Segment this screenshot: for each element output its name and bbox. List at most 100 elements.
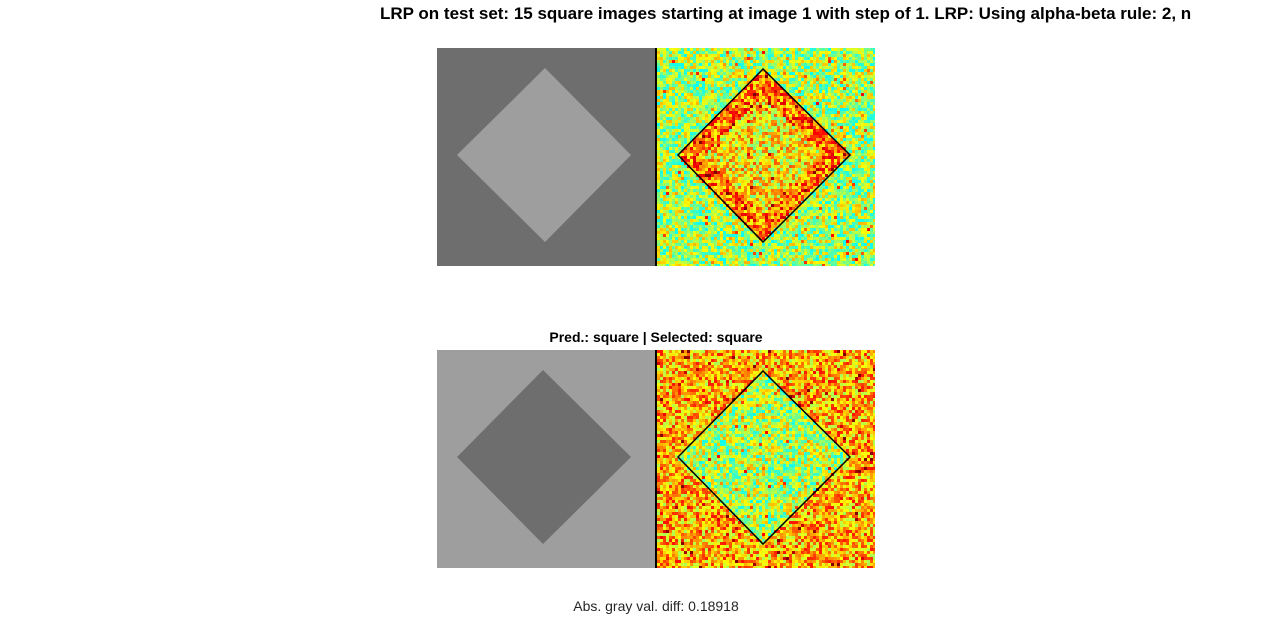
heatmap-cell (753, 87, 756, 90)
heatmap-cell (774, 210, 777, 213)
heatmap-cell (681, 210, 684, 213)
heatmap-cell (804, 51, 807, 54)
heatmap-cell (777, 162, 780, 165)
heatmap-cell (678, 243, 681, 246)
heatmap-cell (699, 192, 702, 195)
heatmap-cell (750, 141, 753, 144)
heatmap-cell (717, 87, 720, 90)
heatmap-cell (744, 114, 747, 117)
heatmap-cell (687, 108, 690, 111)
heatmap-cell (726, 87, 729, 90)
heatmap-cell (696, 51, 699, 54)
heatmap-cell (726, 183, 729, 186)
heatmap-cell (792, 195, 795, 198)
heatmap-cell (870, 144, 873, 147)
heatmap-cell (804, 84, 807, 87)
heatmap-cell (852, 204, 855, 207)
heatmap-cell (669, 225, 672, 228)
heatmap-cell (789, 195, 792, 198)
heatmap-cell (717, 93, 720, 96)
heatmap-cell (747, 219, 750, 222)
heatmap-cell (822, 81, 825, 84)
heatmap-cell (846, 126, 849, 129)
heatmap-cell (663, 216, 666, 219)
heatmap-cell (744, 153, 747, 156)
heatmap-cell (699, 252, 702, 255)
heatmap-cell (828, 225, 831, 228)
heatmap-cell (774, 246, 777, 249)
heatmap-cell (786, 135, 789, 138)
heatmap-cell (858, 132, 861, 135)
heatmap-cell (816, 219, 819, 222)
heatmap-cell (687, 66, 690, 69)
heatmap-cell (747, 216, 750, 219)
heatmap-cell (777, 63, 780, 66)
heatmap-cell (699, 75, 702, 78)
heatmap-cell (657, 198, 660, 201)
heatmap-cell (822, 207, 825, 210)
heatmap-cell (657, 186, 660, 189)
heatmap-cell (729, 75, 732, 78)
heatmap-cell (798, 138, 801, 141)
heatmap-cell (765, 87, 768, 90)
heatmap-cell (726, 69, 729, 72)
heatmap-cell (711, 159, 714, 162)
heatmap-cell (861, 87, 864, 90)
heatmap-cell (711, 84, 714, 87)
heatmap-cell (861, 222, 864, 225)
heatmap-cell (846, 138, 849, 141)
heatmap-cell (816, 153, 819, 156)
heatmap-cell (765, 186, 768, 189)
heatmap-cell (726, 150, 729, 153)
heatmap-cell (834, 243, 837, 246)
heatmap-cell (867, 201, 870, 204)
heatmap-cell (729, 81, 732, 84)
heatmap-cell (684, 153, 687, 156)
heatmap-cell (870, 108, 873, 111)
heatmap-cell (711, 102, 714, 105)
heatmap-cell (756, 90, 759, 93)
heatmap-cell (855, 192, 858, 195)
heatmap-cell (669, 210, 672, 213)
heatmap-cell (804, 177, 807, 180)
heatmap-cell (705, 207, 708, 210)
heatmap-cell (774, 240, 777, 243)
heatmap-cell (708, 228, 711, 231)
heatmap-cell (663, 168, 666, 171)
heatmap-cell (852, 213, 855, 216)
heatmap-cell (810, 93, 813, 96)
heatmap-cell (678, 102, 681, 105)
heatmap-cell (675, 114, 678, 117)
heatmap-cell (765, 204, 768, 207)
heatmap-cell (789, 117, 792, 120)
heatmap-cell (759, 87, 762, 90)
heatmap-cell (687, 174, 690, 177)
heatmap-cell (681, 75, 684, 78)
heatmap-cell (825, 195, 828, 198)
heatmap-cell (660, 138, 663, 141)
heatmap-cell (843, 183, 846, 186)
heatmap-cell (867, 207, 870, 210)
heatmap-cell (771, 90, 774, 93)
heatmap-cell (810, 201, 813, 204)
heatmap-cell (690, 246, 693, 249)
heatmap-cell (804, 81, 807, 84)
heatmap-cell (714, 96, 717, 99)
heatmap-cell (753, 186, 756, 189)
heatmap-cell (873, 147, 875, 150)
heatmap-cell (738, 114, 741, 117)
heatmap-cell (828, 162, 831, 165)
heatmap-cell (741, 96, 744, 99)
heatmap-cell (849, 93, 852, 96)
heatmap-cell (777, 108, 780, 111)
heatmap-cell (684, 108, 687, 111)
heatmap-cell (741, 81, 744, 84)
heatmap-cell (756, 240, 759, 243)
heatmap-cell (867, 96, 870, 99)
figure-title: LRP on test set: 15 square images starti… (380, 4, 1192, 23)
heatmap-cell (873, 126, 875, 129)
heatmap-cell (789, 99, 792, 102)
heatmap-cell (819, 48, 822, 51)
heatmap-cell (789, 57, 792, 60)
heatmap-cell (732, 60, 735, 63)
